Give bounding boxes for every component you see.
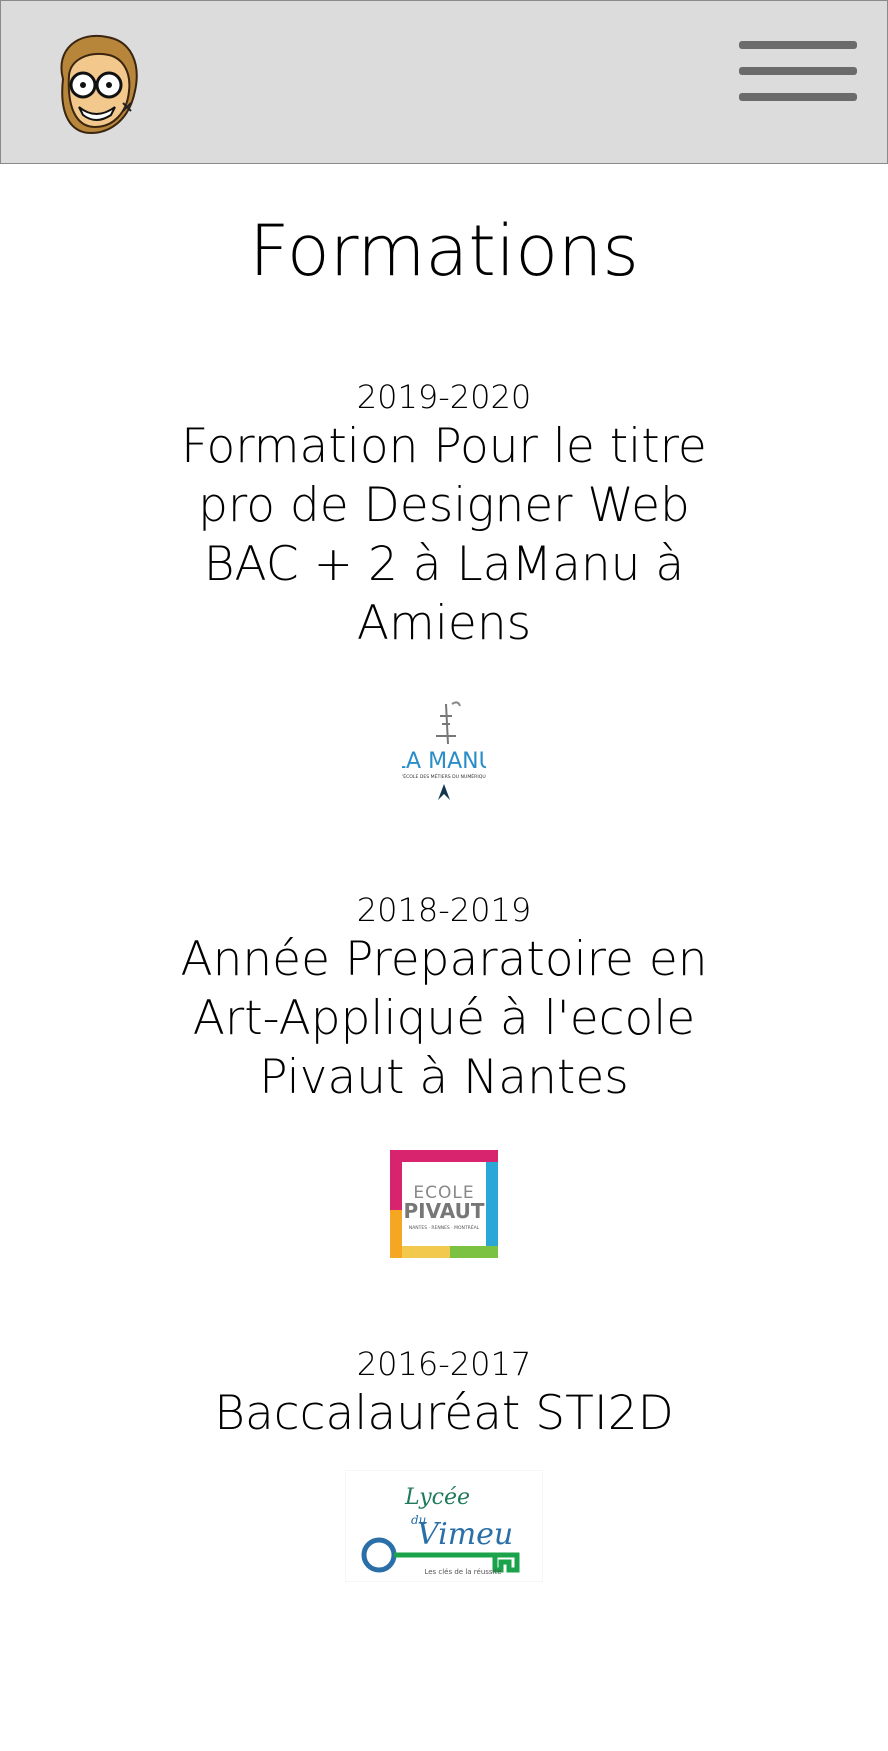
formation-title: Année Preparatoire en Art-Appliqué à l'e… bbox=[180, 932, 708, 1105]
lycee-logo-tagline: Les clés de la réussite bbox=[424, 1568, 501, 1576]
formation-year: 2019-2020 bbox=[356, 378, 532, 416]
menu-bar bbox=[739, 67, 857, 75]
cartoon-avatar-icon[interactable] bbox=[49, 29, 145, 139]
formation-title: Formation Pour le titre pro de Designer … bbox=[181, 419, 707, 651]
lamanu-logo: LA MANU L'ÉCOLE DES MÉTIERS DU NUMÉRIQUE bbox=[402, 701, 486, 800]
lycee-logo-line1: Lycée bbox=[404, 1485, 470, 1510]
pivaut-logo-line2: PIVAUT bbox=[404, 1199, 485, 1223]
hamburger-menu-button[interactable] bbox=[739, 41, 857, 103]
page-title: Formations bbox=[249, 210, 639, 292]
formation-entry: 2019-2020 Formation Pour le titre pro de… bbox=[0, 377, 888, 653]
lycee-logo-line3: Vimeu bbox=[417, 1517, 513, 1552]
formation-entry: 2016-2017 Baccalauréat STI2D bbox=[0, 1344, 888, 1443]
menu-bar bbox=[739, 41, 857, 49]
formation-year: 2018-2019 bbox=[356, 891, 532, 929]
lamanu-logo-text: LA MANU bbox=[402, 749, 486, 774]
formation-entry: 2018-2019 Année Preparatoire en Art-Appl… bbox=[0, 890, 888, 1107]
formation-title: Baccalauréat STI2D bbox=[214, 1386, 674, 1441]
lycee-vimeu-logo: Lycée du Vimeu Les clés de la réussite bbox=[345, 1470, 543, 1582]
pivaut-logo: ECOLE PIVAUT NANTES · RENNES · MONTRÉAL bbox=[390, 1150, 498, 1258]
menu-bar bbox=[739, 93, 857, 101]
formation-year: 2016-2017 bbox=[356, 1345, 532, 1383]
site-header bbox=[0, 0, 888, 164]
